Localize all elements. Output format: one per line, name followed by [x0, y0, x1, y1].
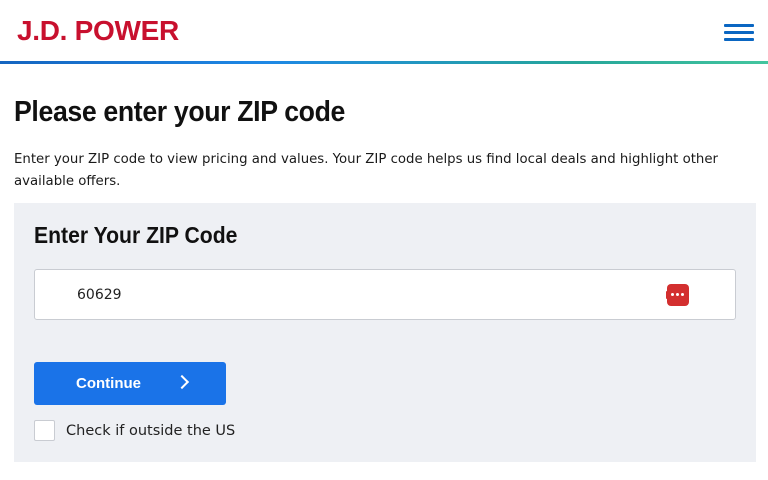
zip-code-field[interactable] — [34, 269, 736, 320]
zip-code-panel: Enter Your ZIP Code Continue Check if ou… — [14, 203, 756, 462]
page-title: Please enter your ZIP code — [14, 96, 345, 128]
outside-us-checkbox[interactable] — [34, 420, 55, 441]
password-manager-icon[interactable] — [666, 284, 689, 306]
zip-panel-title: Enter Your ZIP Code — [34, 222, 238, 248]
jd-power-logo[interactable]: J.D. POWER — [17, 15, 179, 47]
hamburger-menu-icon[interactable] — [722, 20, 756, 46]
continue-button-label: Continue — [76, 375, 141, 392]
header-gradient-divider — [0, 61, 768, 64]
outside-us-label[interactable]: Check if outside the US — [66, 422, 235, 440]
zip-code-input[interactable] — [77, 282, 637, 308]
continue-button[interactable]: Continue — [34, 362, 226, 405]
site-header: J.D. POWER — [0, 0, 768, 62]
dots — [671, 293, 685, 297]
chevron-right-icon — [174, 374, 190, 390]
menu-bar — [724, 31, 754, 34]
menu-bar — [724, 24, 754, 27]
page-description: Enter your ZIP code to view pricing and … — [14, 152, 718, 189]
menu-bar — [724, 38, 754, 41]
